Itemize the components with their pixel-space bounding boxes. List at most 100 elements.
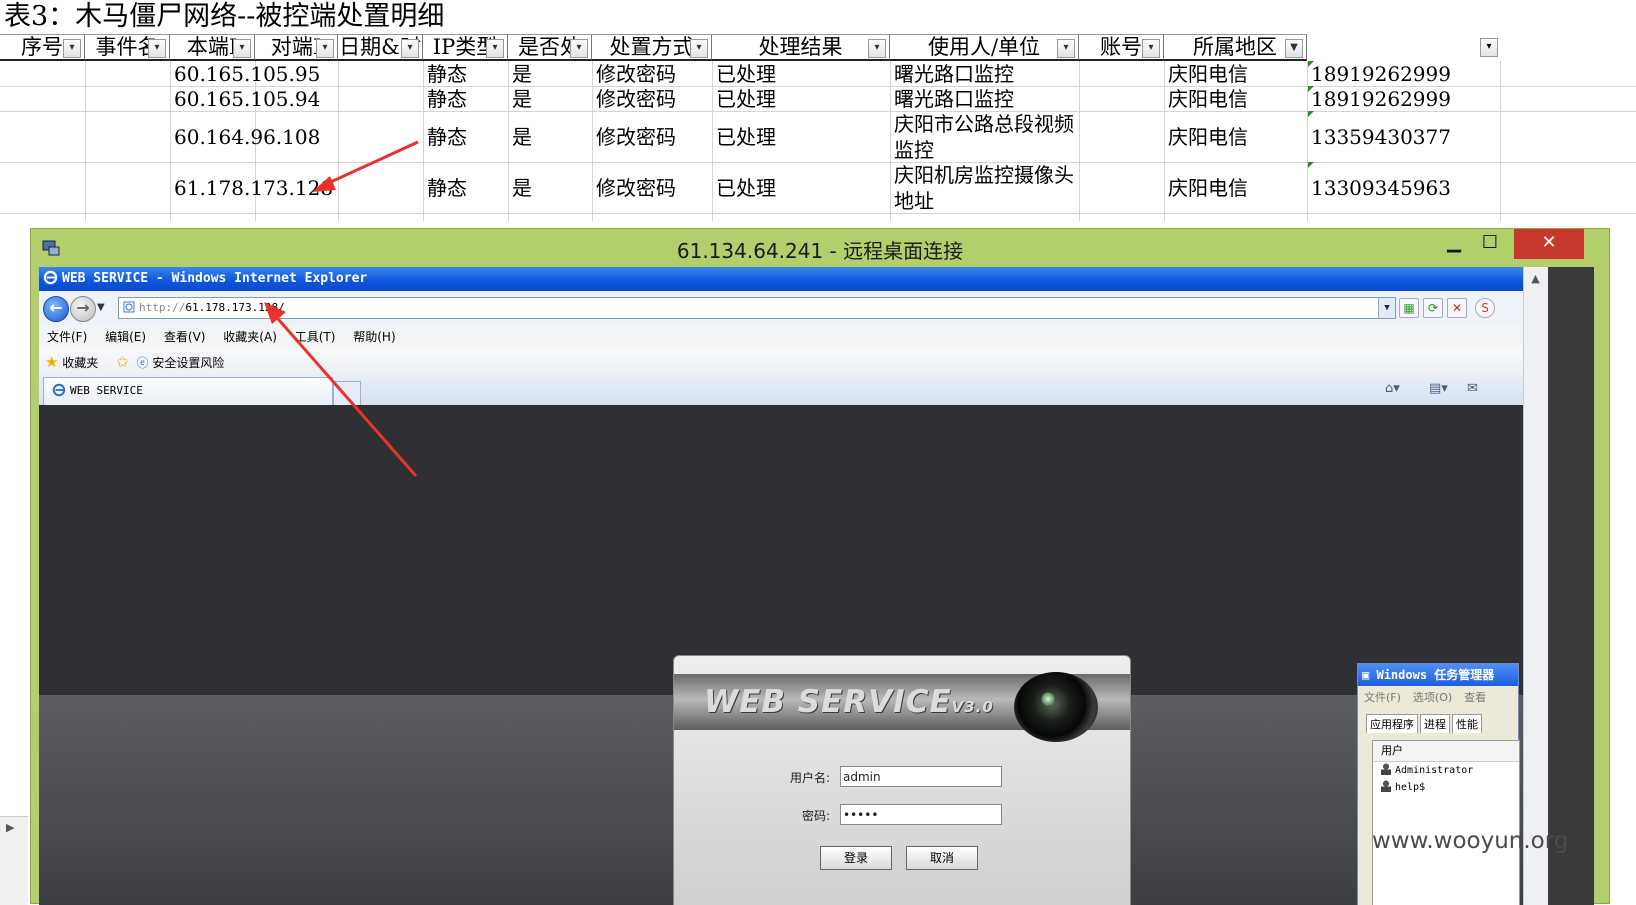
cell-result[interactable]: 已处理	[712, 86, 776, 112]
cell-result[interactable]: 已处理	[712, 175, 776, 201]
sheet-nav[interactable]: ▶	[0, 816, 28, 905]
history-dropdown-icon[interactable]: ▼	[97, 302, 105, 313]
stop-icon[interactable]: ✕	[1447, 298, 1467, 318]
menu-tools[interactable]: 工具(T)	[295, 325, 336, 349]
ie-titlebar[interactable]: WEB SERVICE - Windows Internet Explorer	[39, 267, 1523, 291]
cell-user[interactable]: 庆阳市公路总段视频监控	[890, 111, 1079, 163]
tab-processes[interactable]: 进程	[1420, 714, 1450, 733]
cancel-button[interactable]: 取消	[906, 846, 978, 870]
table-row[interactable]: 61.178.173.128 静态 是 修改密码 已处理 庆阳机房监控摄像头地址…	[0, 162, 1636, 214]
login-button[interactable]: 登录	[820, 846, 892, 870]
rdp-titlebar[interactable]: 61.134.64.241 - 远程桌面连接 ▁ ☐ ✕	[31, 229, 1609, 267]
filter-dropdown-icon[interactable]: ▾	[316, 39, 334, 58]
add-favorite-icon[interactable]: ✩	[116, 353, 129, 371]
cell-region[interactable]: 庆阳电信	[1164, 61, 1248, 87]
menu-view[interactable]: 查看(V)	[164, 325, 206, 349]
col-header-result[interactable]: 处理结果 ▾	[712, 34, 890, 61]
refresh-icon[interactable]: ⟳	[1423, 298, 1443, 318]
address-input[interactable]: http://61.178.173.128/ ▼	[118, 297, 1396, 319]
filter-dropdown-icon[interactable]: ▾	[63, 39, 81, 58]
close-button[interactable]: ✕	[1514, 229, 1584, 259]
filter-dropdown-icon[interactable]: ▾	[690, 39, 708, 58]
col-header-remote-ip[interactable]: 对端I ▾	[255, 34, 338, 61]
cell-local-ip[interactable]: 61.178.173.128	[170, 175, 333, 201]
user-item[interactable]: help$	[1373, 779, 1519, 796]
cell-user[interactable]: 曙光路口监控	[890, 61, 1014, 87]
home-icon[interactable]: ⌂▾	[1385, 381, 1400, 396]
filter-dropdown-icon[interactable]: ▾	[401, 39, 419, 58]
cell-local-ip[interactable]: 60.164.96.108	[170, 124, 320, 150]
cell-handled[interactable]: 是	[508, 175, 532, 201]
cell-user[interactable]: 庆阳机房监控摄像头地址	[890, 162, 1079, 214]
filter-dropdown-icon[interactable]: ▾	[148, 39, 166, 58]
filter-active-icon[interactable]: ▼	[1285, 39, 1303, 58]
remote-desktop-area[interactable]: WEB SERVICE - Windows Internet Explorer …	[39, 267, 1594, 905]
cell-region[interactable]: 庆阳电信	[1164, 175, 1248, 201]
cell-result[interactable]: 已处理	[712, 124, 776, 150]
task-manager-titlebar[interactable]: ▣ Windows 任务管理器	[1358, 664, 1518, 686]
cell-phone[interactable]: 18919262999	[1307, 61, 1451, 87]
tm-menu-view[interactable]: 查看	[1464, 691, 1486, 704]
users-column-header[interactable]: 用户	[1373, 741, 1519, 762]
cell-method[interactable]: 修改密码	[592, 61, 676, 87]
cell-handled[interactable]: 是	[508, 86, 532, 112]
favorites-star-icon[interactable]: ★	[45, 353, 58, 371]
address-dropdown-icon[interactable]: ▼	[1378, 298, 1395, 318]
filter-dropdown-icon[interactable]: ▾	[868, 39, 886, 58]
col-header-handled[interactable]: 是否处 ▾	[508, 34, 592, 61]
cell-phone[interactable]: 18919262999	[1307, 86, 1451, 112]
cell-phone[interactable]: 13309345963	[1307, 175, 1451, 201]
menu-edit[interactable]: 编辑(E)	[105, 325, 146, 349]
table-row[interactable]: 60.165.105.95 静态 是 修改密码 已处理 曙光路口监控 庆阳电信 …	[0, 61, 1636, 87]
tab-web-service[interactable]: WEB SERVICE	[43, 377, 333, 406]
cell-handled[interactable]: 是	[508, 61, 532, 87]
table-row[interactable]: 60.165.105.94 静态 是 修改密码 已处理 曙光路口监控 庆阳电信 …	[0, 86, 1636, 112]
favorite-link[interactable]: 安全设置风险	[152, 356, 224, 370]
back-button[interactable]: ←	[43, 296, 69, 322]
tab-performance[interactable]: 性能	[1452, 714, 1482, 733]
favorites-button[interactable]: 收藏夹	[62, 356, 98, 370]
col-header-seq[interactable]: 序号 ▾	[0, 34, 85, 61]
col-header-local-ip[interactable]: 本端I ▾	[170, 34, 255, 61]
scroll-up-icon[interactable]: ▲	[1524, 267, 1547, 291]
filter-dropdown-icon[interactable]: ▾	[1480, 38, 1498, 57]
sheet-nav-arrow-icon[interactable]: ▶	[6, 821, 14, 834]
cell-local-ip[interactable]: 60.165.105.95	[170, 61, 320, 87]
col-header-region[interactable]: 所属地区 ▼	[1164, 34, 1307, 61]
cell-method[interactable]: 修改密码	[592, 175, 676, 201]
feeds-icon[interactable]: ▤▾	[1429, 381, 1448, 396]
maximize-button[interactable]: ☐	[1472, 229, 1508, 259]
filter-dropdown-icon[interactable]: ▾	[486, 39, 504, 58]
cell-ip-type[interactable]: 静态	[423, 175, 467, 201]
filter-dropdown-icon[interactable]: ▾	[1142, 39, 1160, 58]
cell-phone[interactable]: 13359430377	[1307, 124, 1451, 150]
col-header-method[interactable]: 处置方式 ▾	[592, 34, 712, 61]
tab-applications[interactable]: 应用程序	[1366, 714, 1418, 733]
compat-view-icon[interactable]: ▦	[1399, 298, 1419, 318]
forward-button[interactable]: →	[70, 296, 96, 322]
mail-icon[interactable]: ✉	[1467, 381, 1478, 396]
cell-region[interactable]: 庆阳电信	[1164, 86, 1248, 112]
col-header-account[interactable]: 账号 ▾	[1079, 34, 1164, 61]
cell-region[interactable]: 庆阳电信	[1164, 124, 1248, 150]
cell-local-ip[interactable]: 60.165.105.94	[170, 86, 320, 112]
cell-ip-type[interactable]: 静态	[423, 61, 467, 87]
minimize-button[interactable]: ▁	[1436, 229, 1472, 259]
col-header-event[interactable]: 事件名 ▾	[85, 34, 170, 61]
password-input[interactable]: •••••	[840, 804, 1002, 825]
cell-method[interactable]: 修改密码	[592, 86, 676, 112]
filter-dropdown-icon[interactable]: ▾	[1057, 39, 1075, 58]
tm-menu-file[interactable]: 文件(F)	[1364, 691, 1401, 704]
menu-favorites[interactable]: 收藏夹(A)	[223, 325, 277, 349]
menu-help[interactable]: 帮助(H)	[353, 325, 395, 349]
cell-handled[interactable]: 是	[508, 124, 532, 150]
cell-result[interactable]: 已处理	[712, 61, 776, 87]
col-header-ip-type[interactable]: IP类型 ▾	[423, 34, 508, 61]
username-input[interactable]: admin	[840, 766, 1002, 787]
tm-menu-options[interactable]: 选项(O)	[1413, 691, 1452, 704]
user-item[interactable]: Administrator	[1373, 762, 1519, 779]
cell-user[interactable]: 曙光路口监控	[890, 86, 1014, 112]
filter-dropdown-icon[interactable]: ▾	[570, 39, 588, 58]
table-row[interactable]: 60.164.96.108 静态 是 修改密码 已处理 庆阳市公路总段视频监控 …	[0, 111, 1636, 163]
cell-ip-type[interactable]: 静态	[423, 124, 467, 150]
